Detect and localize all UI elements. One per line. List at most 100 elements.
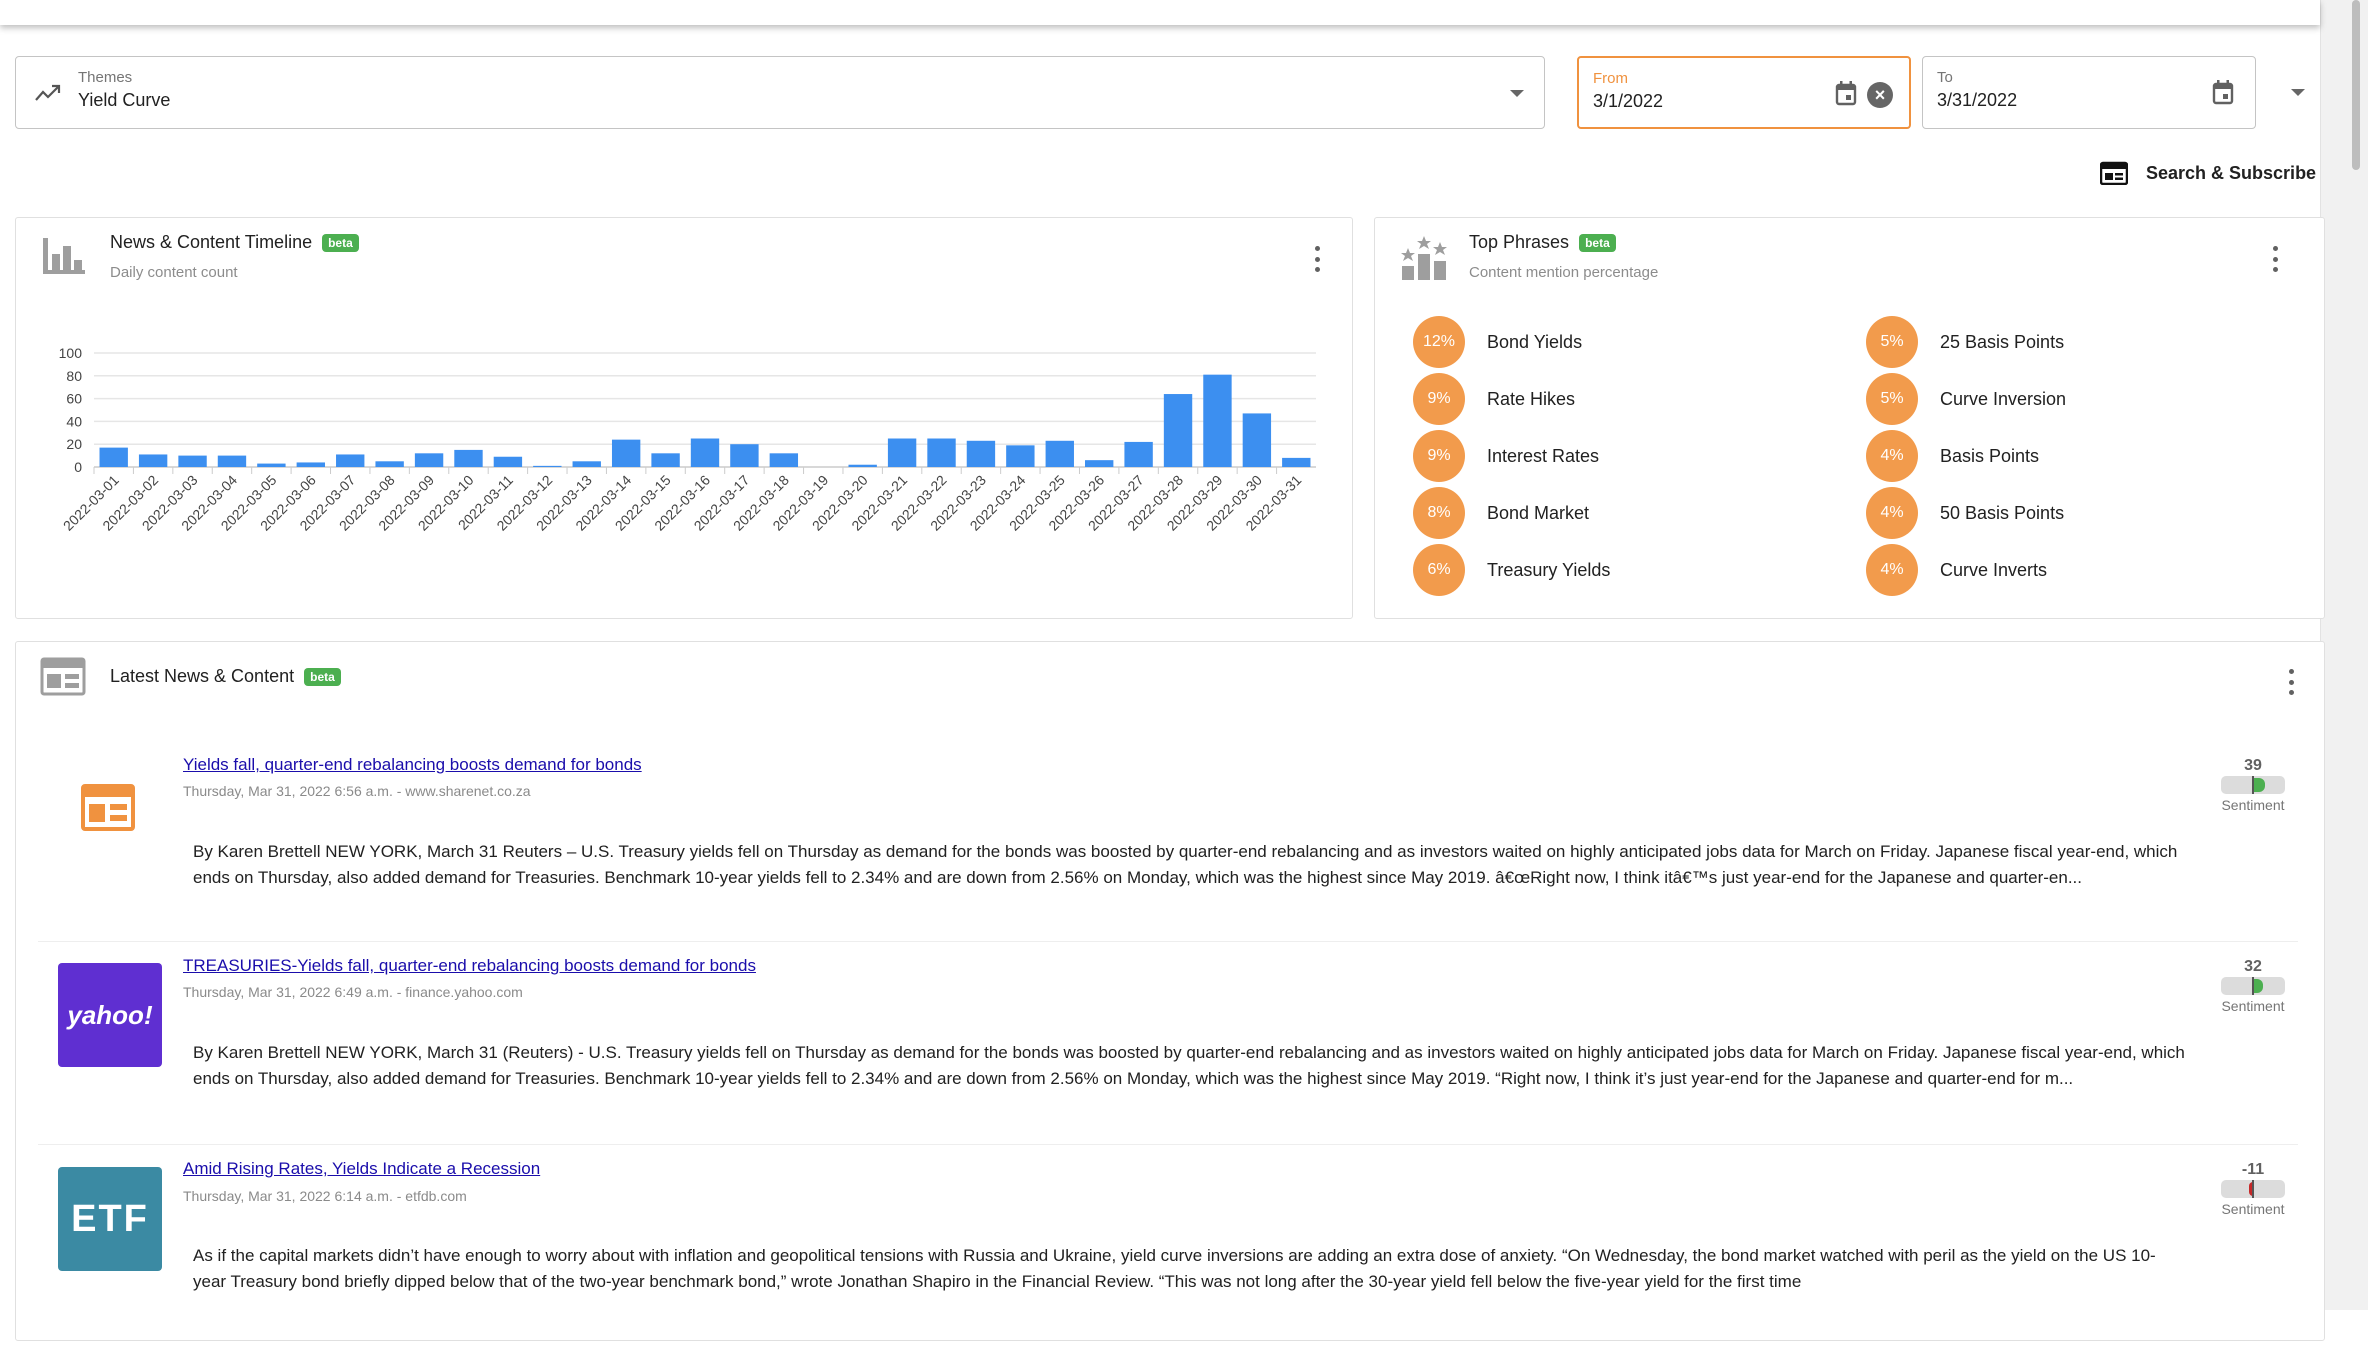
news-snippet: By Karen Brettell NEW YORK, March 31 Reu…	[193, 842, 2178, 887]
timeline-title-text: News & Content Timeline	[110, 232, 313, 252]
phrase-label: Rate Hikes	[1487, 388, 1576, 409]
phrases-menu-icon[interactable]	[2270, 246, 2280, 272]
news-meta: Thursday, Mar 31, 2022 6:56 a.m. - www.s…	[183, 783, 531, 799]
phrase-percent: 9%	[1413, 373, 1465, 425]
sentiment-label: Sentiment	[2221, 797, 2285, 813]
phrase-percent: 4%	[1866, 544, 1918, 596]
news-menu-icon[interactable]	[2286, 669, 2296, 695]
phrase-item[interactable]: 9% Rate Hikes	[1413, 373, 1610, 425]
bar	[493, 456, 523, 467]
from-value[interactable]: 3/1/2022	[1593, 91, 1663, 112]
latest-news-card: Latest News & Content beta Yields fall, …	[15, 641, 2325, 1341]
themes-label: Themes	[78, 69, 133, 86]
timeline-bar-chart: 0204060801002022-03-012022-03-022022-03-…	[59, 345, 1316, 534]
bar	[769, 453, 799, 467]
phrases-title: Top Phrases beta	[1469, 232, 1616, 253]
calendar-icon[interactable]	[1835, 80, 1857, 106]
phrase-item[interactable]: 4% 50 Basis Points	[1866, 487, 2066, 539]
top-phrases-card: Top Phrases beta Content mention percent…	[1374, 217, 2325, 619]
phrase-percent: 8%	[1413, 487, 1465, 539]
sentiment-zero-marker	[2252, 977, 2254, 995]
scrollbar-thumb[interactable]	[2352, 0, 2360, 170]
phrase-label: Basis Points	[1940, 445, 2040, 466]
news-meta: Thursday, Mar 31, 2022 6:49 a.m. - finan…	[183, 984, 523, 1000]
phrase-percent: 5%	[1866, 316, 1918, 368]
timeline-menu-icon[interactable]	[1312, 246, 1322, 272]
sentiment-fill	[2253, 778, 2266, 792]
phrase-item[interactable]: 5% Curve Inversion	[1866, 373, 2066, 425]
bar	[1282, 457, 1311, 467]
themes-value: Yield Curve	[78, 90, 171, 110]
timeline-title: News & Content Timeline beta	[110, 232, 359, 253]
trending-up-icon	[35, 84, 61, 101]
y-tick-label: 40	[66, 413, 82, 429]
themes-select[interactable]: Themes Yield Curve	[15, 56, 1545, 129]
bar	[1124, 441, 1153, 467]
phrase-item[interactable]: 9% Interest Rates	[1413, 430, 1610, 482]
bar	[887, 438, 917, 467]
phrase-label: Bond Yields	[1487, 331, 1583, 352]
bar	[730, 444, 759, 467]
bar	[178, 455, 207, 467]
news-title-link[interactable]: TREASURIES-Yields fall, quarter-end reba…	[183, 956, 756, 976]
phrase-label: Curve Inverts	[1940, 559, 2048, 580]
bar	[257, 463, 286, 467]
search-subscribe-button[interactable]: Search & Subscribe	[2100, 158, 2316, 188]
bar	[848, 464, 877, 467]
newspaper-icon	[40, 657, 86, 696]
sentiment-bar	[2221, 1180, 2285, 1198]
news-snippet: As if the capital markets didn’t have en…	[193, 1246, 2156, 1291]
phrase-item[interactable]: 8% Bond Market	[1413, 487, 1610, 539]
beta-badge: beta	[1579, 233, 1616, 252]
phrase-item[interactable]: 12% Bond Yields	[1413, 316, 1610, 368]
news-list-item: ETF Amid Rising Rates, Yields Indicate a…	[38, 1146, 2298, 1346]
from-date-field[interactable]: From 3/1/2022 ×	[1577, 56, 1911, 129]
to-date-field[interactable]: To 3/31/2022	[1922, 56, 2256, 129]
bar	[1163, 394, 1193, 467]
sentiment-bar	[2221, 776, 2285, 794]
clear-date-icon[interactable]: ×	[1867, 82, 1893, 108]
bar	[1045, 440, 1074, 467]
news-title-link[interactable]: Amid Rising Rates, Yields Indicate a Rec…	[183, 1159, 540, 1179]
sentiment-value: 39	[2244, 757, 2262, 774]
newspaper-icon	[81, 784, 135, 831]
bar	[1006, 445, 1035, 467]
phrase-percent: 9%	[1413, 430, 1465, 482]
bar	[414, 453, 444, 467]
sentiment-label: Sentiment	[2221, 998, 2285, 1014]
news-title-link[interactable]: Yields fall, quarter-end rebalancing boo…	[183, 755, 642, 775]
subscribe-icon	[2100, 161, 2128, 185]
bar	[138, 454, 168, 467]
to-value[interactable]: 3/31/2022	[1937, 90, 2017, 111]
calendar-icon[interactable]	[2212, 79, 2234, 105]
phrase-item[interactable]: 4% Basis Points	[1866, 430, 2066, 482]
sentiment-gauge: -11 Sentiment	[2218, 1161, 2288, 1217]
bar	[375, 461, 404, 467]
phrase-item[interactable]: 6% Treasury Yields	[1413, 544, 1610, 596]
sentiment-gauge: 39 Sentiment	[2218, 757, 2288, 813]
bar	[533, 465, 562, 467]
sentiment-value: 32	[2244, 958, 2262, 975]
page-scrollbar[interactable]	[2320, 0, 2368, 1310]
sentiment-value: -11	[2241, 1161, 2265, 1178]
phrases-title-text: Top Phrases	[1469, 232, 1570, 252]
top-app-bar	[0, 0, 2320, 25]
sentiment-zero-marker	[2252, 776, 2254, 794]
sentiment-zero-marker	[2252, 1180, 2254, 1198]
phrases-subtitle: Content mention percentage	[1469, 264, 1659, 281]
bar	[611, 439, 641, 467]
y-tick-label: 60	[66, 391, 82, 407]
y-tick-label: 100	[59, 345, 83, 361]
bar	[217, 455, 247, 467]
news-list-item: Yields fall, quarter-end rebalancing boo…	[38, 742, 2298, 942]
bar	[296, 462, 325, 467]
chevron-down-icon[interactable]	[1510, 90, 1524, 97]
yahoo-logo: yahoo!	[58, 963, 162, 1067]
phrase-item[interactable]: 4% Curve Inverts	[1866, 544, 2066, 596]
bar	[1085, 460, 1114, 467]
phrase-label: 50 Basis Points	[1940, 502, 2065, 523]
sentiment-label: Sentiment	[2221, 1201, 2285, 1217]
phrase-item[interactable]: 5% 25 Basis Points	[1866, 316, 2066, 368]
news-title: Latest News & Content beta	[110, 666, 341, 687]
filters-expand-icon[interactable]	[2291, 89, 2305, 96]
